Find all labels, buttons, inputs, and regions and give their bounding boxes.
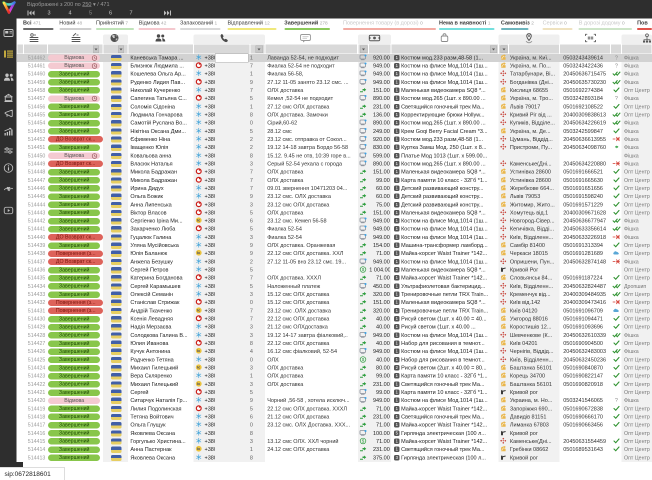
svg-text:lc: lc	[197, 382, 200, 386]
svg-text:$: $	[362, 267, 365, 272]
svg-text:lc: lc	[197, 251, 200, 255]
svg-text:lc: lc	[197, 366, 200, 370]
svg-text:lc: lc	[197, 308, 200, 312]
svg-text:lc: lc	[197, 447, 200, 451]
svg-text:$: $	[362, 357, 365, 362]
svg-text:lc: lc	[197, 349, 200, 353]
svg-text:$: $	[362, 439, 365, 444]
svg-text:lc: lc	[197, 219, 200, 223]
